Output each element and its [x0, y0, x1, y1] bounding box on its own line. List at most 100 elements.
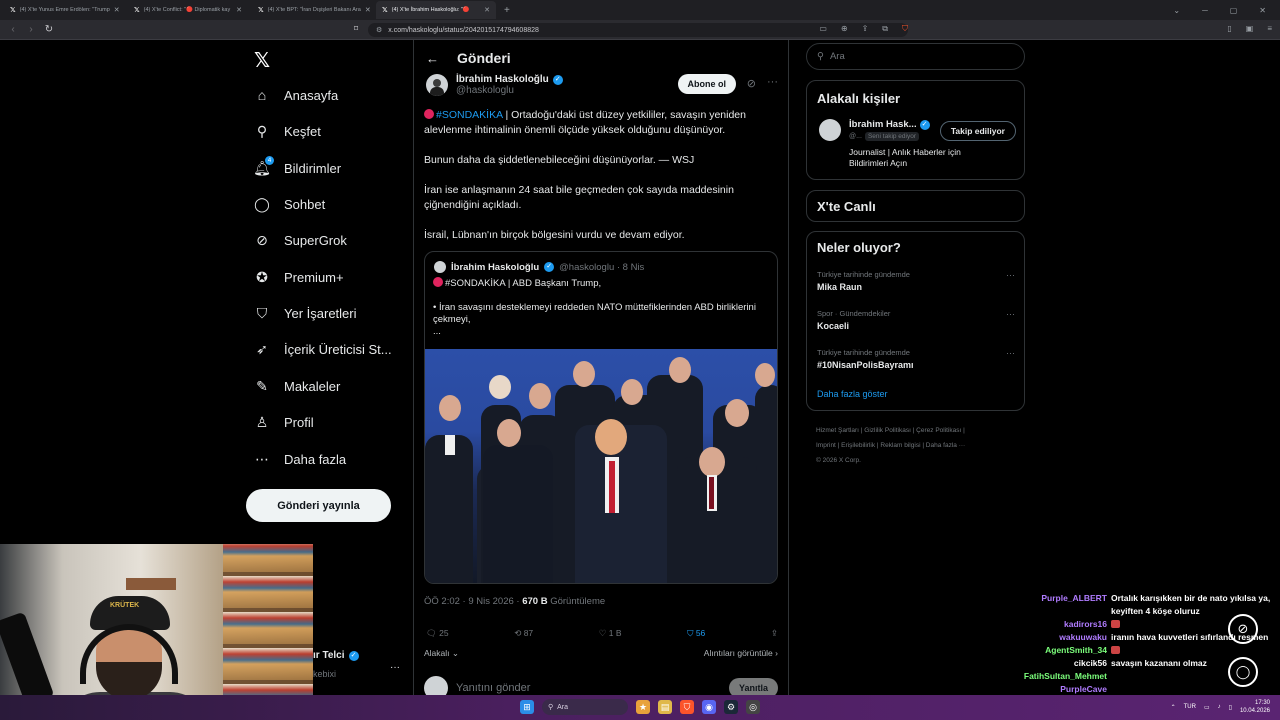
heart-icon: ♡	[598, 628, 607, 638]
nav-explore[interactable]: ⚲ Keşfet	[254, 123, 321, 139]
sidebar-toggle-icon[interactable]: ▯	[1227, 24, 1231, 33]
nav-notifications[interactable]: 🔔︎ 4 Bildirimler	[253, 156, 341, 176]
nav-more[interactable]: ⋯ Daha fazla	[254, 451, 346, 467]
footer-line[interactable]: Hizmet Şartları | Gizlilik Politikası | …	[816, 423, 1026, 438]
post-button[interactable]: Gönderi yayınla	[246, 489, 391, 522]
back-arrow-icon[interactable]: ←	[426, 51, 439, 66]
volume-icon[interactable]: ♪	[1218, 704, 1221, 710]
windows-start-icon[interactable]: ⊞	[520, 700, 534, 714]
nav-home[interactable]: ⌂ Anasayfa	[254, 87, 338, 103]
close-icon[interactable]: ✕	[114, 6, 120, 14]
repost-button[interactable]: ⟲ 87	[514, 628, 533, 639]
x-live-box[interactable]: X'te Canlı	[806, 190, 1025, 222]
messages-floating-icon[interactable]: ◯	[1228, 657, 1258, 687]
tab-title: (4) X'te İbrahim Haskoloğlu: "🔴	[391, 7, 470, 13]
show-more-link[interactable]: Daha fazla göster	[817, 389, 888, 399]
steam-icon[interactable]: ⚙	[724, 700, 738, 714]
author-handle[interactable]: @haskologlu	[456, 85, 563, 96]
more-icon[interactable]: ···	[767, 76, 778, 88]
browser-tab-active[interactable]: 𝕏 (4) X'te İbrahim Haskoloğlu: "🔴 ✕	[376, 1, 496, 19]
hashtag-link[interactable]: #SONDAKİKA	[436, 109, 503, 121]
author-name[interactable]: İbrahim Haskoloğlu	[456, 74, 549, 85]
more-icon[interactable]: ···	[1006, 348, 1015, 358]
timestamp[interactable]: ÖÖ 2:02 · 9 Nis 2026 ·	[424, 596, 522, 607]
avatar[interactable]	[426, 74, 448, 96]
post-actions: 🗨︎ 25 ⟲ 87 ♡ 1 B ⛉ 56 ⇪	[426, 628, 778, 639]
sort-label: Alakalı	[424, 648, 450, 658]
nav-profile[interactable]: ♙ Profil	[254, 414, 314, 430]
reply-button[interactable]: 🗨︎ 25	[426, 628, 449, 639]
quoted-post[interactable]: İbrahim Haskoloğlu ✓ @haskologlu · 8 Nis…	[424, 251, 778, 584]
nav-articles[interactable]: ✎ Makaleler	[254, 378, 340, 394]
new-tab-icon[interactable]: +	[504, 5, 510, 16]
widget-icon[interactable]: ★	[636, 700, 650, 714]
x-live-title: X'te Canlı	[817, 199, 876, 214]
bookmark-button[interactable]: ⛉ 56	[687, 628, 705, 639]
tray-chevron-icon[interactable]: ⌃	[1171, 704, 1176, 711]
close-icon[interactable]: ✕	[365, 6, 371, 14]
network-icon[interactable]: ▭	[1204, 704, 1210, 711]
following-button[interactable]: Takip ediliyor	[939, 121, 1016, 141]
browser-tab-1[interactable]: 𝕏 (4) X'te Yunus Emre Erdölen: "Trump ✕	[4, 1, 124, 19]
brave-browser-icon[interactable]: ⛉	[680, 700, 694, 714]
battery-icon[interactable]: ▯	[1229, 704, 1232, 711]
trend-category: Türkiye tarihinde gündemde	[817, 348, 910, 357]
grok-icon[interactable]: ⊘	[747, 77, 756, 90]
back-icon[interactable]: ‹	[8, 24, 18, 35]
relevant-sort-dropdown[interactable]: Alakalı ⌄	[424, 648, 459, 659]
nav-chat[interactable]: ◯ Sohbet	[254, 196, 325, 212]
quote-line: ...	[433, 326, 441, 337]
forward-icon[interactable]: ›	[26, 24, 36, 35]
tab-list-icon[interactable]: ⌄	[1173, 6, 1180, 15]
copy-icon[interactable]: ⧉	[882, 24, 888, 34]
taskbar-search[interactable]: ⚲ Ara	[542, 699, 628, 715]
browser-tab-3[interactable]: 𝕏 (4) X'te BPT: "İran Dışişleri Bakanı Ar…	[252, 1, 372, 19]
nav-creator-studio[interactable]: ➶ İçerik Üreticisi St...	[254, 341, 392, 357]
obs-icon[interactable]: ◎	[746, 700, 760, 714]
avatar	[819, 119, 841, 141]
footer-line[interactable]: Imprint | Erişilebilirlik | Reklam bilgi…	[816, 438, 1026, 453]
window-close-icon[interactable]: ✕	[1259, 6, 1266, 15]
quote-photo[interactable]	[425, 349, 777, 583]
x-logo-icon[interactable]: 𝕏	[254, 48, 270, 73]
trend-item[interactable]: Türkiye tarihinde gündemde Mika Raun ···	[817, 270, 1015, 292]
language-indicator[interactable]: TUR	[1184, 704, 1196, 710]
more-icon[interactable]: ···	[1006, 309, 1015, 319]
view-quotes-link[interactable]: Alıntıları görüntüle ›	[704, 648, 778, 659]
discord-icon[interactable]: ◉	[702, 700, 716, 714]
minimize-icon[interactable]: ─	[1202, 6, 1208, 15]
nav-supergrok[interactable]: ⊘ SuperGrok	[254, 232, 347, 248]
chevron-down-icon: ⌄	[451, 648, 460, 658]
nav-bookmarks[interactable]: ⛉ Yer İşaretleri	[254, 305, 357, 321]
share-icon[interactable]: ⇪	[771, 628, 778, 639]
search-input[interactable]: ⚲ Ara	[806, 43, 1025, 70]
maximize-icon[interactable]: ▢	[1230, 6, 1238, 15]
clock[interactable]: 17:30 10.04.2026	[1240, 699, 1270, 715]
zoom-icon[interactable]: ⊕	[841, 24, 848, 34]
trend-item[interactable]: Spor · Gündemdekiler Kocaeli ···	[817, 309, 1015, 331]
more-circle-icon: ⋯	[255, 450, 269, 467]
more-icon[interactable]: ···	[1006, 270, 1015, 280]
nav-label: SuperGrok	[284, 232, 347, 248]
subscribe-button[interactable]: Abone ol	[677, 74, 736, 94]
grok-floating-icon[interactable]: ⊘	[1228, 614, 1258, 644]
more-icon[interactable]: ···	[390, 662, 400, 673]
brave-shield-icon[interactable]: ⛉	[902, 24, 908, 34]
cast-icon[interactable]: ▭	[819, 24, 827, 34]
browser-tab-2[interactable]: 𝕏 (4) X'te Conflict: "🔴 Diplomatik kay ✕	[128, 1, 248, 19]
reply-input[interactable]: Yanıtını gönder	[456, 682, 530, 694]
like-button[interactable]: ♡ 1 B	[599, 628, 622, 639]
close-icon[interactable]: ✕	[484, 6, 490, 14]
bookmark-page-icon[interactable]: ⌑	[354, 24, 358, 33]
close-icon[interactable]: ✕	[236, 6, 242, 14]
nav-premium[interactable]: ✪ Premium+	[254, 269, 343, 285]
reply-submit-button[interactable]: Yanıtla	[728, 678, 778, 695]
wallet-icon[interactable]: ▣	[1246, 24, 1254, 33]
account-switcher[interactable]: ır Telci ✓	[313, 650, 413, 661]
trend-item[interactable]: Türkiye tarihinde gündemde #10NisanPolis…	[817, 348, 1015, 370]
file-explorer-icon[interactable]: ▤	[658, 700, 672, 714]
reload-icon[interactable]: ↻	[44, 24, 54, 35]
site-settings-icon[interactable]: ⚙	[376, 26, 382, 34]
share-icon[interactable]: ⇪	[862, 24, 869, 34]
menu-icon[interactable]: ≡	[1267, 24, 1272, 33]
